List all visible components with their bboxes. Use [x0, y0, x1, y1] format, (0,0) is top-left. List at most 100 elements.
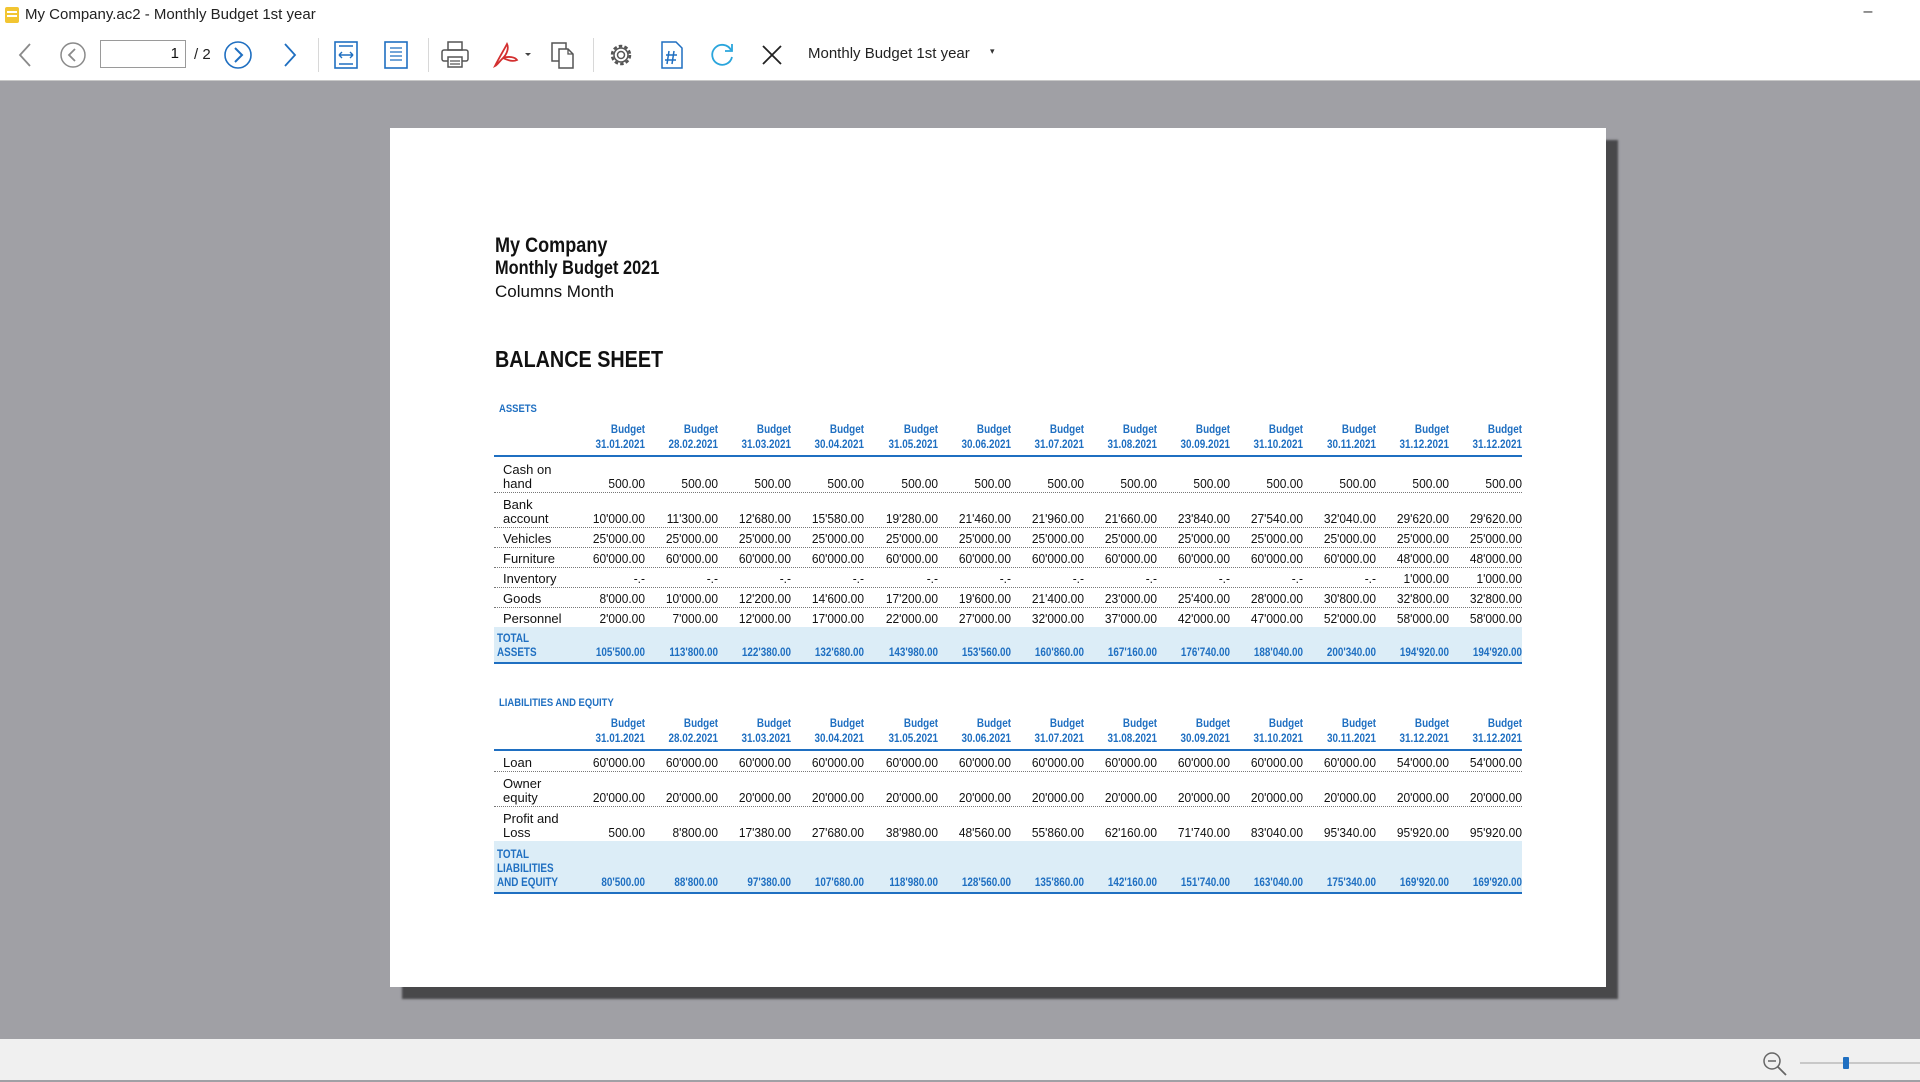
total-cell: 122'380.00 — [742, 647, 792, 659]
table-cell: 2'000.00 — [599, 611, 646, 626]
total-cell: 135'860.00 — [1034, 877, 1084, 889]
column-header: Budget 30.04.2021 — [802, 423, 865, 453]
report-page: My Company Monthly Budget 2021 Columns M… — [390, 128, 1606, 987]
table-cell: 500.00 — [608, 476, 646, 491]
title-bar: My Company.ac2 - Monthly Budget 1st year… — [0, 0, 1920, 30]
table-cell: 25'000.00 — [1470, 531, 1523, 546]
minimize-button[interactable]: – — [1856, 3, 1880, 27]
column-header-date: 31.08.2021 — [1107, 439, 1157, 451]
table-cell: 10'000.00 — [592, 511, 646, 526]
table-cell: 60'000.00 — [1177, 755, 1230, 770]
table-cell: 500.00 — [827, 476, 865, 491]
column-header-date: 31.03.2021 — [741, 439, 792, 451]
table-cell: 25'000.00 — [1031, 531, 1084, 546]
table-cell: 25'000.00 — [1177, 531, 1230, 546]
column-header-date: 30.06.2021 — [961, 439, 1011, 451]
column-header-date: 31.10.2021 — [1253, 439, 1303, 451]
report-selector[interactable]: Monthly Budget 1st year — [808, 45, 970, 62]
copy-icon[interactable] — [546, 37, 580, 73]
table-cell: 12'680.00 — [739, 511, 792, 526]
table-cell: 500.00 — [754, 476, 792, 491]
print-icon[interactable] — [438, 37, 472, 73]
fit-width-icon[interactable] — [330, 37, 362, 73]
row-label: Owner equity — [503, 776, 542, 805]
table-cell: 30'800.00 — [1323, 591, 1377, 606]
table-cell: 22'000.00 — [885, 611, 938, 626]
table-cell: 21'460.00 — [958, 511, 1011, 526]
table-cell: 29'620.00 — [1470, 511, 1523, 526]
column-header-date: 30.09.2021 — [1180, 439, 1230, 451]
settings-icon[interactable] — [604, 37, 638, 73]
table-cell: -.- — [1145, 571, 1157, 586]
table-cell: 17'200.00 — [885, 591, 938, 606]
column-header-date: 28.02.2021 — [668, 733, 719, 745]
column-header-row: Budget 31.01.2021 Budget 28.02.2021 Budget 31… — [494, 717, 1522, 751]
table-cell: 17'380.00 — [739, 825, 792, 840]
next-page-icon[interactable] — [222, 37, 254, 73]
column-header-date: 31.10.2021 — [1253, 733, 1303, 745]
table-row: Profit and Loss 500.00 8'800.00 17'380.00 27… — [494, 806, 1522, 842]
close-icon[interactable] — [755, 37, 789, 73]
column-header: Budget 31.05.2021 — [875, 423, 938, 453]
zoom-out-icon[interactable] — [1762, 1051, 1788, 1082]
balance-sheet-heading: BALANCE SHEET — [495, 346, 664, 372]
status-bar — [0, 1039, 1920, 1080]
back-icon[interactable] — [12, 37, 38, 73]
row-label: Bank account — [503, 497, 549, 526]
total-row: TOTAL ASSETS 105'500.00 113'800.00 122'380.… — [494, 627, 1522, 664]
table-cell: 60'000.00 — [1031, 755, 1084, 770]
zoom-slider[interactable] — [1800, 1062, 1920, 1064]
table-cell: 60'000.00 — [812, 755, 865, 770]
table-cell: 20'000.00 — [666, 790, 719, 805]
total-cell: 142'160.00 — [1107, 877, 1157, 889]
total-cell: 151'740.00 — [1180, 877, 1230, 889]
section-title: ASSETS — [499, 403, 537, 415]
hash-icon[interactable] — [655, 37, 689, 73]
chevron-down-icon[interactable]: ▾ — [990, 46, 995, 57]
table-cell: 54'000.00 — [1470, 755, 1523, 770]
forward-icon[interactable] — [280, 37, 300, 73]
total-cell: 118'980.00 — [888, 877, 938, 889]
table-cell: 500.00 — [1193, 476, 1230, 491]
total-row: TOTAL LIABILITIES AND EQUITY 80'500.00 88'… — [494, 841, 1522, 894]
column-header: Budget 30.09.2021 — [1167, 423, 1230, 453]
table-cell: 60'000.00 — [812, 551, 865, 566]
column-header-date: 31.05.2021 — [887, 439, 938, 451]
total-cell: 194'920.00 — [1473, 647, 1523, 659]
table-cell: -.- — [1364, 571, 1377, 586]
table-cell: 25'000.00 — [739, 531, 792, 546]
table-cell: 32'040.00 — [1323, 511, 1377, 526]
column-header-label: Budget — [1268, 718, 1303, 730]
report-subtitle: Columns Month — [495, 282, 615, 301]
row-label: Furniture — [503, 551, 556, 566]
table-cell: 20'000.00 — [1104, 790, 1157, 805]
table-cell: 20'000.00 — [1031, 790, 1084, 805]
refresh-icon[interactable] — [705, 37, 739, 73]
fit-page-icon[interactable] — [380, 37, 412, 73]
total-cell: 176'740.00 — [1180, 647, 1230, 659]
table-cell: 21'960.00 — [1031, 511, 1084, 526]
page-number-input[interactable]: 1 — [100, 40, 186, 68]
column-header-label: Budget — [976, 424, 1011, 436]
column-header-label: Budget — [611, 424, 646, 436]
table-cell: 60'000.00 — [1250, 755, 1303, 770]
first-page-icon[interactable] — [57, 37, 89, 73]
zoom-slider-thumb[interactable] — [1842, 1057, 1849, 1069]
table-row: Furniture 60'000.00 60'000.00 60'000.00 60'0… — [494, 547, 1522, 568]
pdf-icon[interactable] — [488, 37, 534, 73]
table-cell: 19'280.00 — [885, 511, 938, 526]
table-cell: 60'000.00 — [1177, 551, 1230, 566]
table-cell: -.- — [926, 571, 938, 586]
table-cell: 10'000.00 — [666, 591, 719, 606]
table-cell: 500.00 — [1339, 476, 1377, 491]
table-row: Personnel 2'000.00 7'000.00 12'000.00 17'000… — [494, 607, 1522, 628]
table-cell: 62'160.00 — [1104, 825, 1157, 840]
table-cell: 60'000.00 — [1323, 755, 1377, 770]
total-cell: 113'800.00 — [669, 647, 719, 659]
table-cell: 95'340.00 — [1323, 825, 1377, 840]
column-header: Budget 31.01.2021 — [582, 717, 646, 747]
table-cell: 25'000.00 — [666, 531, 719, 546]
row-label: Loan — [503, 755, 532, 770]
column-header-date: 30.06.2021 — [961, 733, 1011, 745]
column-header: Budget 31.07.2021 — [1021, 423, 1084, 453]
